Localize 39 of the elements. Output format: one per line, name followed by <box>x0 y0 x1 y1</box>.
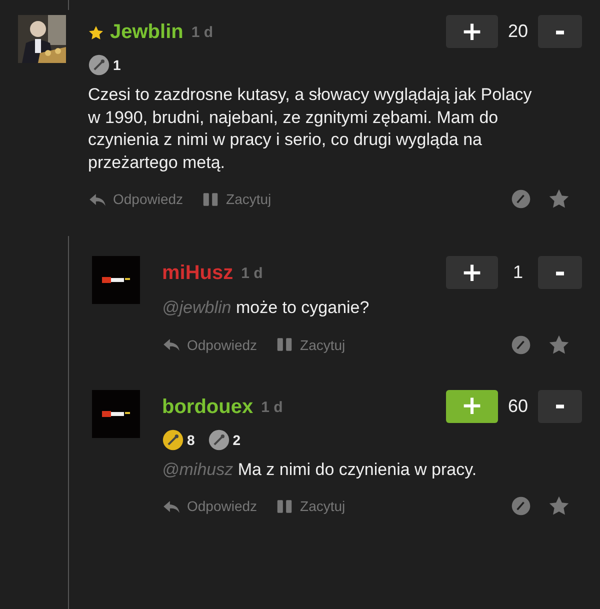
timestamp: 1 d <box>191 24 214 41</box>
medal-icon[interactable] <box>510 334 532 356</box>
username[interactable]: Jewblin <box>110 21 184 44</box>
action-link[interactable]: Zacytuj <box>300 336 346 352</box>
downvote-button[interactable]: - <box>538 15 582 48</box>
star-icon[interactable] <box>548 334 570 356</box>
badge-count: 8 <box>187 432 195 448</box>
username[interactable]: bordouex <box>162 396 254 418</box>
medal-icon[interactable] <box>510 495 532 517</box>
upvote-button[interactable]: + <box>446 390 498 422</box>
vote-count: 1 <box>512 262 524 283</box>
upvote-button[interactable]: + <box>446 15 498 48</box>
downvote-button[interactable]: - <box>538 390 582 422</box>
action-link[interactable]: Zacytuj <box>226 191 272 207</box>
comment-text: Czesi to zazdrosne kutasy, a słowacy wyglądają jak Polacy w 1990, brudni, najebani, ze zgnitymi zębami. Mam do czynienia z nimi w pracy i serio, co drugi wygląda na przeżartego metą. <box>88 85 532 172</box>
action-link[interactable]: Odpowiedz <box>187 498 258 514</box>
timestamp: 1 d <box>241 265 263 282</box>
mention-link[interactable]: @jewblin <box>162 298 232 317</box>
medal-icon[interactable] <box>510 188 532 210</box>
mention-link[interactable]: @mihusz <box>162 460 234 478</box>
vote-count: 60 <box>506 396 530 416</box>
action-link[interactable]: Odpowiedz <box>113 191 184 207</box>
medal-icon <box>208 428 230 450</box>
star-icon[interactable] <box>548 495 570 517</box>
timestamp: 1 d <box>261 398 283 416</box>
badge-count: 2 <box>232 432 241 448</box>
comment-text: Ma z nimi do czynienia w pracy. <box>238 460 477 478</box>
comment-text: może to cyganie? <box>236 298 370 317</box>
badge-count: 1 <box>113 57 121 73</box>
medal-icon <box>88 54 110 76</box>
vote-count: 20 <box>506 21 530 42</box>
downvote-button[interactable]: - <box>538 256 582 289</box>
medal-icon <box>162 428 184 450</box>
quote-icon[interactable] <box>275 335 294 354</box>
star-icon[interactable] <box>548 188 570 210</box>
action-link[interactable]: Odpowiedz <box>187 336 258 352</box>
action-link[interactable]: Zacytuj <box>300 498 346 514</box>
username[interactable]: miHusz <box>162 262 234 285</box>
upvote-button[interactable]: + <box>446 256 498 289</box>
